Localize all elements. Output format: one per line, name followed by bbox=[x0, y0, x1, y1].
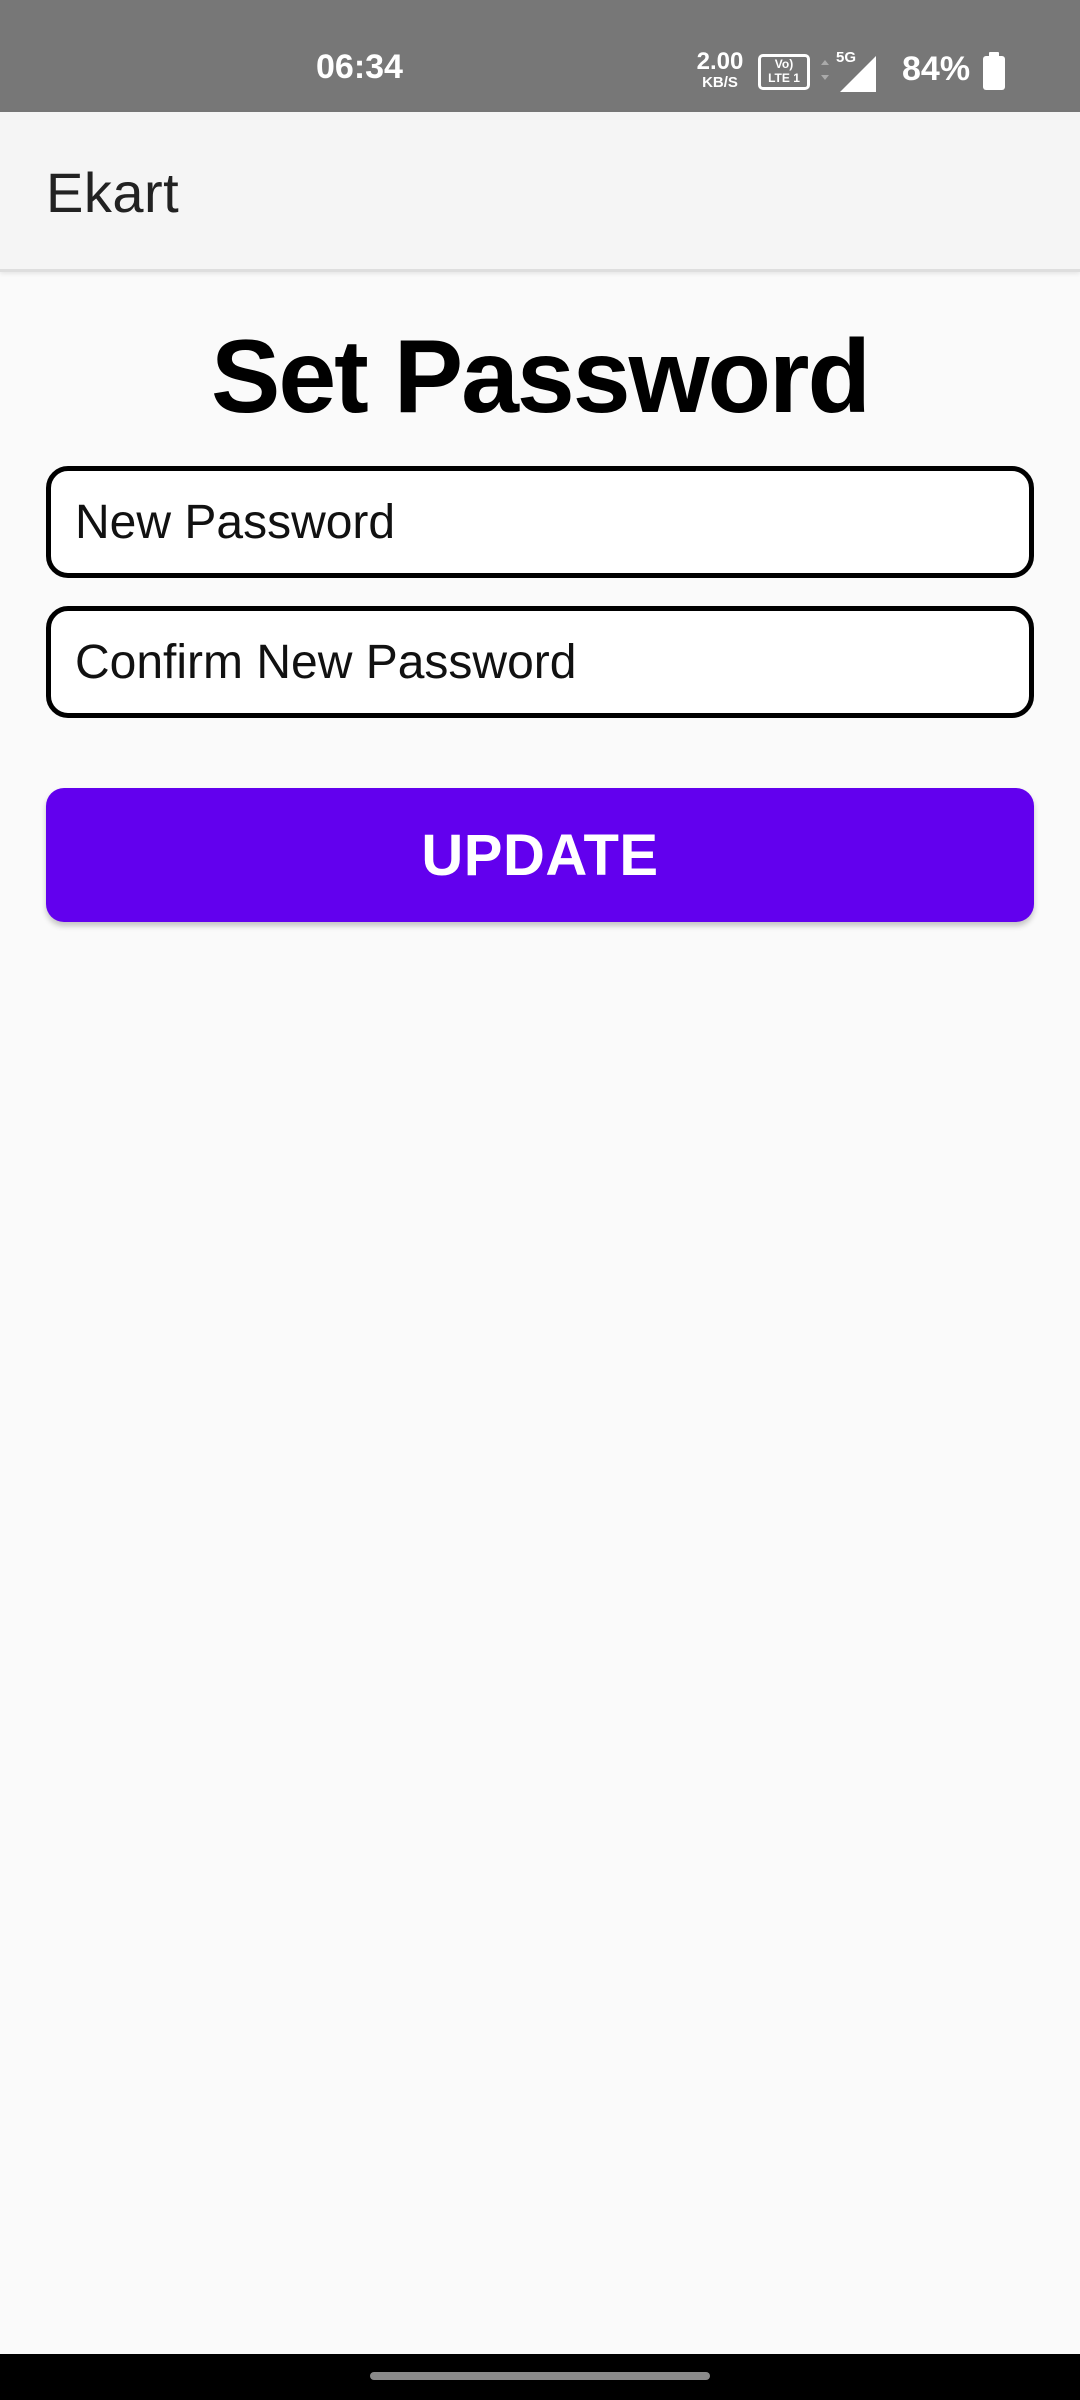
home-indicator[interactable] bbox=[370, 2372, 710, 2380]
status-time: 06:34 bbox=[316, 48, 403, 86]
update-button[interactable]: UPDATE bbox=[46, 788, 1034, 922]
new-password-input[interactable] bbox=[51, 471, 1029, 573]
volte-bottom-text: LTE 1 bbox=[768, 71, 800, 85]
battery-percent: 84% bbox=[902, 50, 971, 88]
navigation-bar bbox=[0, 2354, 1080, 2400]
status-bar: 06:34 2.00 KB/S Vo) LTE 1 5G 84% bbox=[0, 0, 1080, 112]
battery-icon bbox=[983, 52, 1005, 90]
network-speed-unit: KB/S bbox=[702, 74, 738, 91]
confirm-password-input[interactable] bbox=[51, 611, 1029, 713]
network-type-text: 5G bbox=[836, 50, 856, 66]
signal-icon: 5G bbox=[821, 50, 876, 92]
app-title: Ekart bbox=[46, 161, 180, 224]
network-speed-value: 2.00 bbox=[696, 48, 744, 75]
page-title: Set Password bbox=[210, 319, 871, 435]
new-password-field[interactable] bbox=[46, 466, 1034, 578]
network-speed: 2.00 KB/S bbox=[694, 48, 746, 91]
confirm-password-field[interactable] bbox=[46, 606, 1034, 718]
app-bar: Ekart bbox=[0, 112, 1080, 272]
volte-top-text: Vo) bbox=[774, 57, 794, 71]
volte-icon: Vo) LTE 1 bbox=[758, 54, 810, 90]
